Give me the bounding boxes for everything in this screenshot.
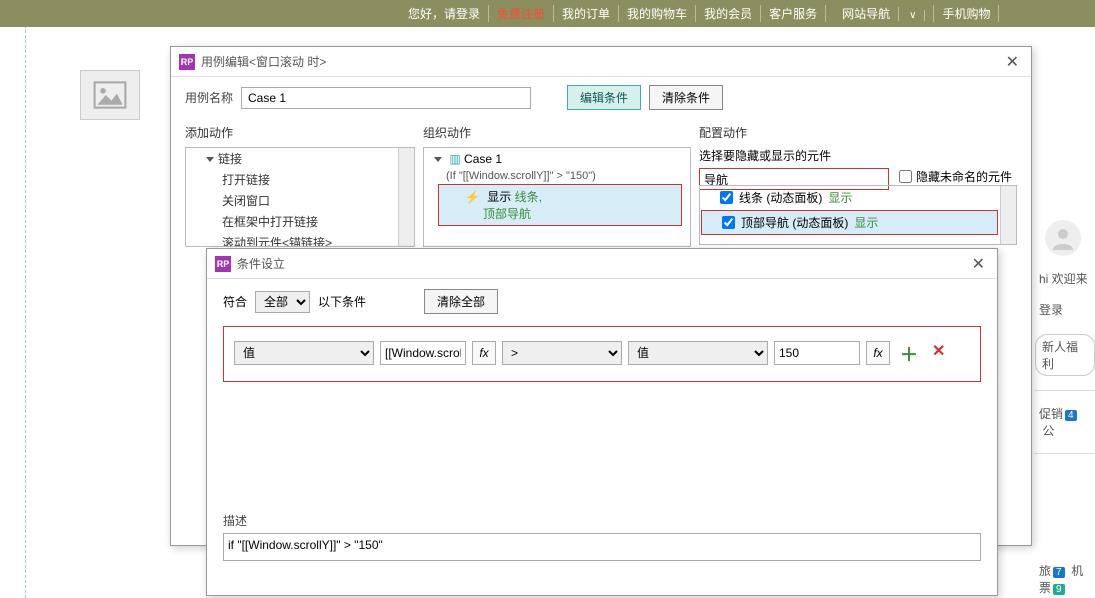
add-action-heading: 添加动作 [185,124,415,141]
list-item[interactable]: 线条 (动态面板) 显示 [700,186,1016,209]
match-suffix-label: 以下条件 [318,293,366,310]
close-icon[interactable]: ✕ [1002,52,1023,72]
right-sidebar-fragment: hi 欢迎来 登录 新人福利 促销4 公 旅7 机票9 [1035,220,1095,596]
rp-app-icon: RP [179,54,195,70]
action-row[interactable]: ⚡ 显示 线条, 顶部导航 [438,184,682,226]
nav-register[interactable]: 免费注册 [489,5,554,22]
promo-link[interactable]: 促销4 公 [1035,405,1095,439]
condition-builder-dialog: RP 条件设立 ✕ 符合 全部 以下条件 清除全部 值 fx > 值 fx ＋ … [206,248,998,596]
nav-login[interactable]: 您好，请登录 [400,5,489,22]
nav-mobile[interactable]: 手机购物 [934,5,999,22]
case-name-input[interactable] [241,87,531,109]
fx-button[interactable]: fx [472,341,496,365]
site-header: 您好，请登录 免费注册 我的订单 我的购物车 我的会员 客户服务 网站导航∨ 手… [0,0,1095,27]
scrollbar[interactable] [398,148,414,246]
tree-close-window[interactable]: 关闭窗口 [186,190,414,211]
left-type-select[interactable]: 值 [234,341,374,365]
tree-open-link[interactable]: 打开链接 [186,169,414,190]
configure-action-heading: 配置动作 [699,124,1017,141]
match-mode-select[interactable]: 全部 [255,291,310,313]
nav-sitenav[interactable]: 网站导航∨ [826,5,934,22]
description-textarea[interactable]: if "[[Window.scrollY]]" > "150" [223,533,981,561]
scrollbar[interactable] [1000,186,1016,244]
fx-button[interactable]: fx [866,341,890,365]
rp-app-icon: RP [215,256,231,272]
widget-list[interactable]: 线条 (动态面板) 显示 顶部导航 (动态面板) 显示 [699,185,1017,245]
nav-member[interactable]: 我的会员 [696,5,761,22]
welfare-button[interactable]: 新人福利 [1035,334,1095,376]
tree-open-in-frame[interactable]: 在框架中打开链接 [186,211,414,232]
greeting-text: hi 欢迎来 [1035,270,1095,287]
left-value-input[interactable] [380,341,466,365]
case-name-label: 用例名称 [185,89,233,106]
nav-orders[interactable]: 我的订单 [554,5,619,22]
login-link[interactable]: 登录 [1035,301,1095,318]
widget-checkbox[interactable] [720,191,733,204]
description-label: 描述 [223,512,981,529]
clear-all-button[interactable]: 清除全部 [424,289,498,314]
select-widgets-label: 选择要隐藏或显示的元件 [699,147,1017,164]
edit-condition-button[interactable]: 编辑条件 [567,85,641,110]
action-tree[interactable]: 链接 打开链接 关闭窗口 在框架中打开链接 滚动到元件<锚链接> [185,147,415,247]
close-icon[interactable]: ✕ [968,254,989,274]
tree-scroll-to[interactable]: 滚动到元件<锚链接> [186,232,414,247]
dialog-title: 用例编辑<窗口滚动 时> [201,53,1002,70]
category-links[interactable]: 旅7 机票9 [1035,562,1095,596]
add-condition-icon[interactable]: ＋ [896,341,922,367]
list-item[interactable]: 顶部导航 (动态面板) 显示 [701,210,998,235]
dialog-title: 条件设立 [237,255,968,272]
nav-service[interactable]: 客户服务 [761,5,826,22]
bolt-icon: ⚡ [465,190,480,204]
delete-condition-icon[interactable]: ✕ [928,341,949,361]
operator-select[interactable]: > [502,341,622,365]
right-type-select[interactable]: 值 [628,341,768,365]
clear-condition-button[interactable]: 清除条件 [649,85,723,110]
organize-action-heading: 组织动作 [423,124,691,141]
nav-cart[interactable]: 我的购物车 [619,5,696,22]
widget-checkbox[interactable] [722,216,735,229]
case-node[interactable]: ▥ Case 1 [424,148,690,170]
match-label: 符合 [223,293,247,310]
case-structure-panel: ▥ Case 1 (If "[[Window.scrollY]]" > "150… [423,147,691,247]
hide-unnamed-checkbox[interactable] [899,170,912,183]
avatar [1045,220,1081,256]
condition-row: 值 fx > 值 fx ＋ ✕ [223,326,981,382]
right-value-input[interactable] [774,341,860,365]
case-condition-text: (If "[[Window.scrollY]]" > "150") [424,170,690,182]
image-placeholder [80,70,140,120]
hide-unnamed-label: 隐藏未命名的元件 [916,168,1012,185]
